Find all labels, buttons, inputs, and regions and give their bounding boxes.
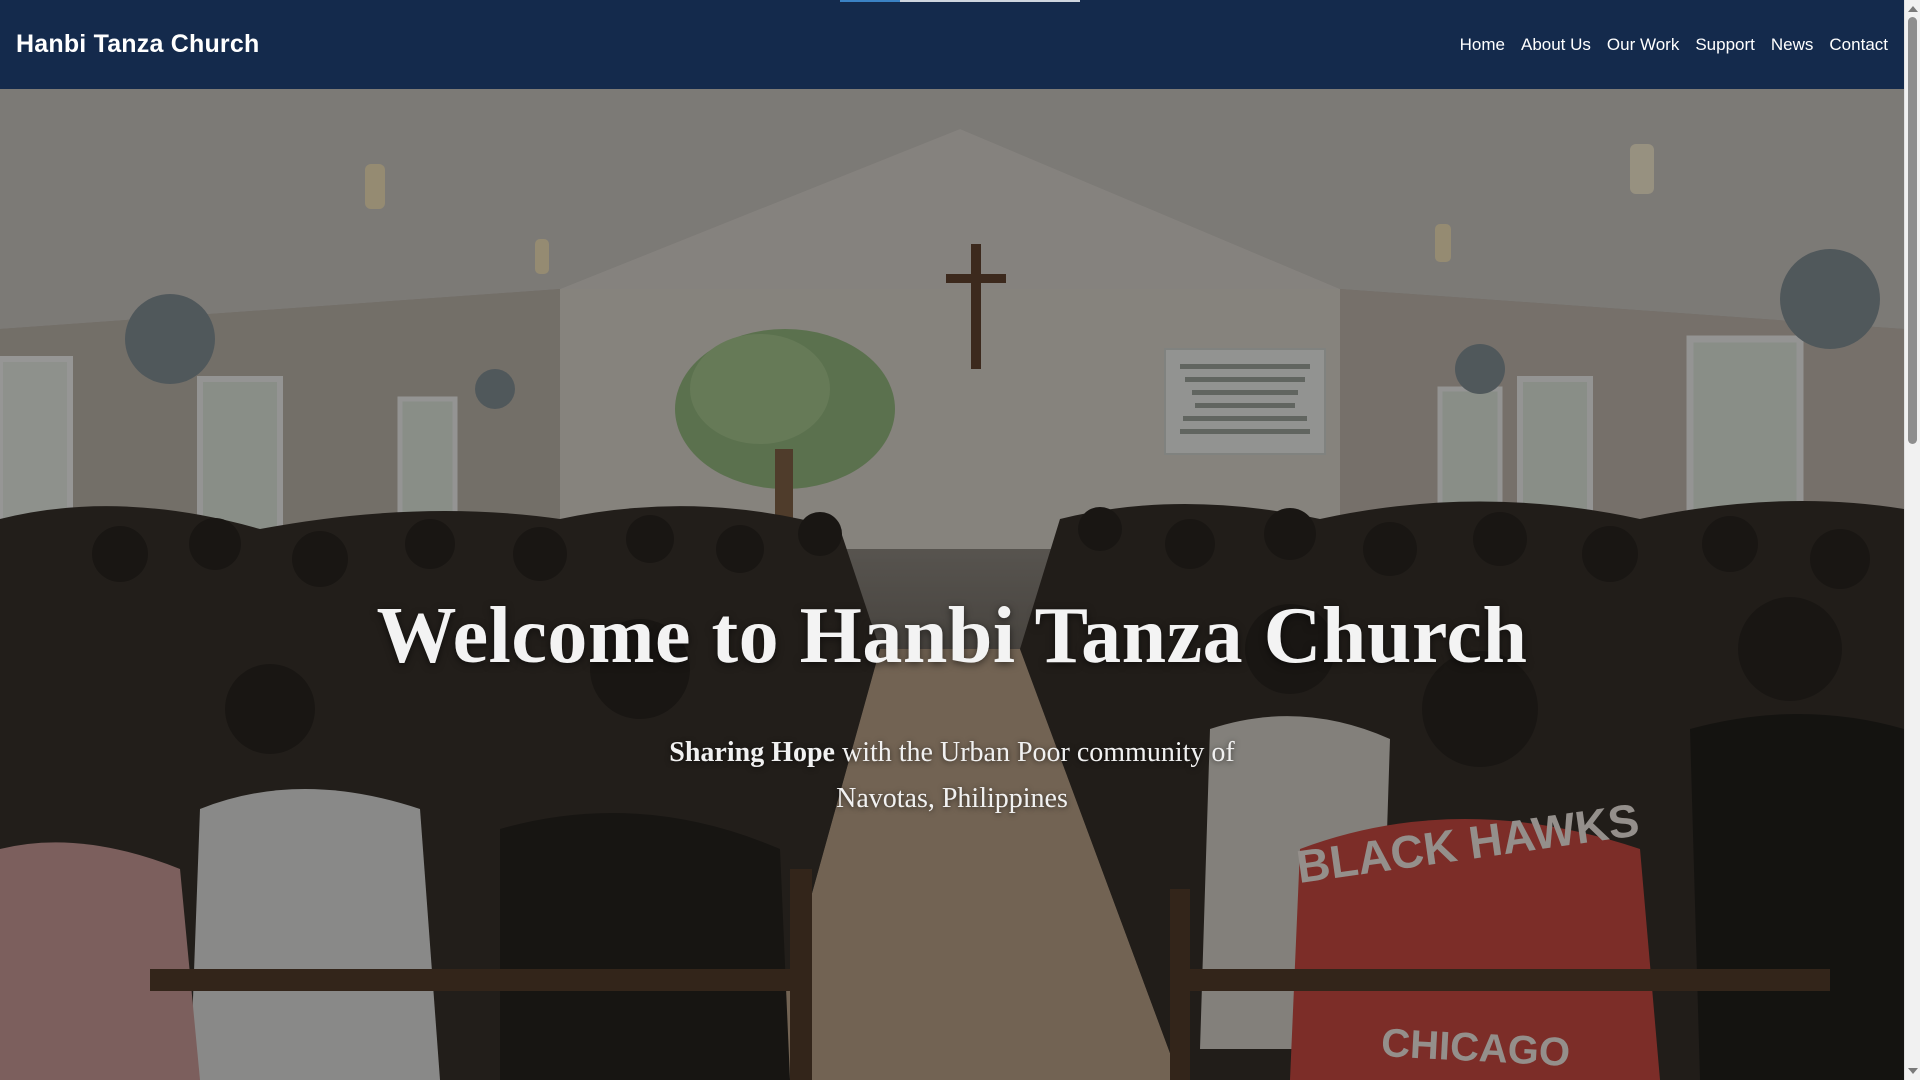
nav-link-home[interactable]: Home xyxy=(1460,35,1505,55)
nav-link-about-us[interactable]: About Us xyxy=(1521,35,1591,55)
site-header: Hanbi Tanza Church Home About Us Our Wor… xyxy=(0,0,1904,89)
scrollbar-thumb[interactable] xyxy=(1908,17,1917,444)
vertical-scrollbar[interactable] xyxy=(1904,0,1920,1080)
hero-title: Welcome to Hanbi Tanza Church xyxy=(376,592,1528,680)
hero-content: Welcome to Hanbi Tanza Church Sharing Ho… xyxy=(0,591,1904,822)
hero-dark-overlay xyxy=(0,89,1904,1080)
nav-link-support[interactable]: Support xyxy=(1695,35,1755,55)
main-nav: Home About Us Our Work Support News Cont… xyxy=(1444,35,1888,55)
page: Hanbi Tanza Church Home About Us Our Wor… xyxy=(0,0,1904,1080)
scroll-down-arrow-icon[interactable] xyxy=(1908,1068,1918,1074)
nav-link-our-work[interactable]: Our Work xyxy=(1607,35,1679,55)
site-brand-link[interactable]: Hanbi Tanza Church xyxy=(16,30,259,59)
hero-subtitle-bold: Sharing Hope xyxy=(669,737,835,768)
hero-section: BLACK HAWKS CHICAGO Welcome to Hanbi Tan… xyxy=(0,89,1904,1080)
reading-progress-bar xyxy=(840,0,1080,2)
nav-link-contact[interactable]: Contact xyxy=(1829,35,1888,55)
reading-progress-fill xyxy=(840,0,900,2)
nav-link-news[interactable]: News xyxy=(1771,35,1814,55)
scroll-up-arrow-icon[interactable] xyxy=(1908,6,1918,12)
hero-subtitle-rest: with the Urban Poor community of Navotas… xyxy=(834,737,1235,814)
hero-subtitle: Sharing Hope with the Urban Poor communi… xyxy=(642,730,1262,822)
